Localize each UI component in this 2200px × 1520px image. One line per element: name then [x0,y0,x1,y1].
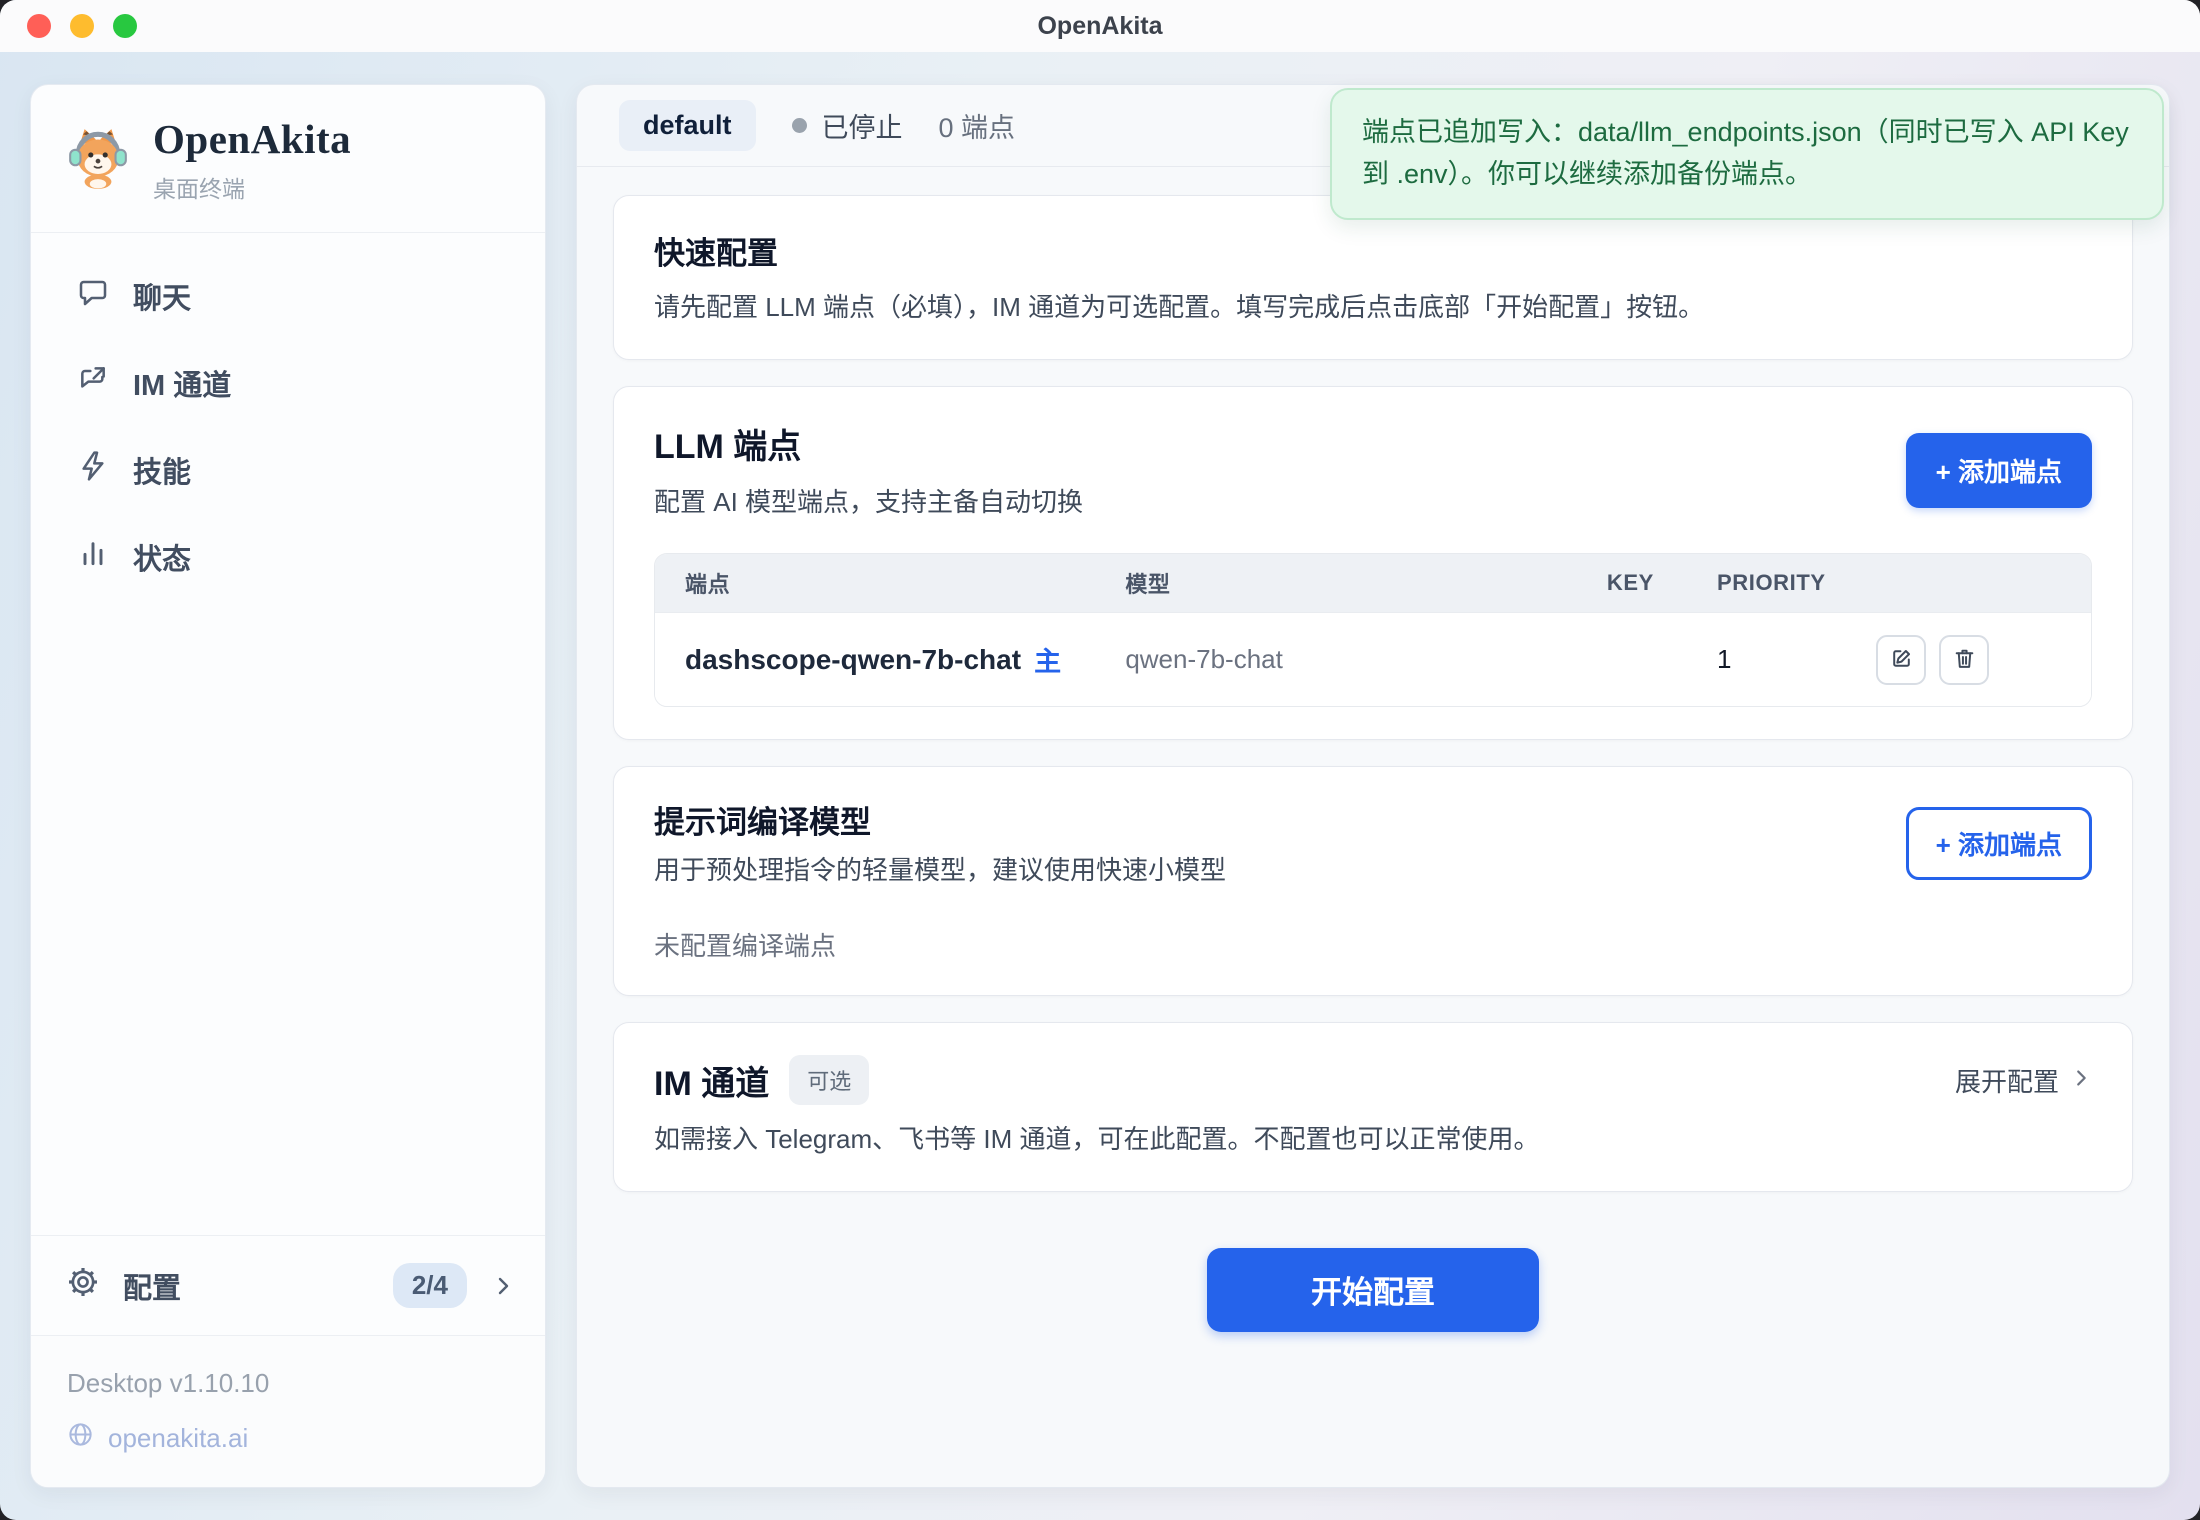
primary-badge: 主 [1034,640,1061,679]
titlebar: OpenAkita [0,0,2200,52]
sidebar-spacer [31,607,545,1235]
status-label: 已停止 [822,106,903,145]
prompt-compiler-title: 提示词编译模型 [654,797,1226,842]
endpoint-table-header: 端点 模型 KEY PRIORITY [655,554,2091,612]
compiler-empty-text: 未配置编译端点 [654,926,2092,963]
prompt-compiler-description: 用于预处理指令的轻量模型，建议使用快速小模型 [654,852,1226,890]
add-endpoint-button[interactable]: + 添加端点 [1906,433,2092,508]
column-header-key: KEY [1607,570,1717,596]
main-panel: default 已停止 0 端点 快速配置 请先配置 LLM 端点（必填），IM… [576,84,2170,1488]
profile-badge[interactable]: default [619,100,756,151]
app-version: Desktop v1.10.10 [67,1368,509,1399]
sidebar-nav: 聊天 IM 通道 技能 [31,233,545,607]
sidebar-item-label: IM 通道 [133,362,231,404]
app-window: OpenAkita [0,0,2200,1520]
column-header-endpoint: 端点 [685,567,1125,599]
sidebar-item-chat[interactable]: 聊天 [57,259,519,333]
llm-endpoints-title: LLM 端点 [654,419,1083,468]
brand-header: OpenAkita 桌面终端 [31,85,545,232]
delete-endpoint-button[interactable] [1939,635,1989,685]
minimize-window-button[interactable] [70,14,94,38]
llm-endpoints-description: 配置 AI 模型端点，支持主备自动切换 [654,484,1083,522]
lightning-icon [77,450,109,490]
window-title: OpenAkita [1037,12,1162,41]
run-status: 已停止 [792,106,903,145]
im-channels-description: 如需接入 Telegram、飞书等 IM 通道，可在此配置。不配置也可以正常使用… [654,1121,2092,1159]
sidebar-item-im-channels[interactable]: IM 通道 [57,346,519,420]
expand-label: 展开配置 [1955,1062,2059,1099]
brand-subtitle: 桌面终端 [153,170,351,204]
toast-message: 端点已追加写入：data/llm_endpoints.json（同时已写入 AP… [1362,117,2129,189]
im-channel-icon [77,363,109,403]
window-controls [27,0,137,52]
start-config-button[interactable]: 开始配置 [1207,1248,1539,1332]
im-channels-title: IM 通道 [654,1056,769,1105]
sidebar: OpenAkita 桌面终端 聊天 [30,84,546,1488]
zoom-window-button[interactable] [113,14,137,38]
chevron-right-icon [491,1274,515,1298]
expand-config-button[interactable]: 展开配置 [1955,1062,2092,1099]
endpoint-count: 0 端点 [939,106,1016,145]
edit-pencil-icon [1889,646,1914,674]
prompt-compiler-card: 提示词编译模型 用于预处理指令的轻量模型，建议使用快速小模型 + 添加端点 未配… [613,766,2133,996]
sidebar-item-config[interactable]: 配置 2/4 [31,1235,545,1335]
sidebar-item-label: 聊天 [133,275,191,317]
website-link[interactable]: openakita.ai [67,1421,509,1455]
status-dot [792,118,807,133]
endpoint-table: 端点 模型 KEY PRIORITY dashscope-qwen-7b-cha… [654,553,2092,707]
im-channels-card: IM 通道 可选 展开配置 如需接入 Telegram、飞书等 IM 通道，可在… [613,1022,2133,1192]
table-row: dashscope-qwen-7b-chat 主 qwen-7b-chat 1 [655,612,2091,706]
endpoint-name: dashscope-qwen-7b-chat [685,644,1021,676]
column-header-model: 模型 [1125,567,1607,599]
sidebar-item-label: 状态 [133,536,191,578]
brand-text: OpenAkita 桌面终端 [153,115,351,204]
brand-name: OpenAkita [153,115,351,163]
quick-setup-card: 快速配置 请先配置 LLM 端点（必填），IM 通道为可选配置。填写完成后点击底… [613,195,2133,360]
llm-endpoints-card: LLM 端点 配置 AI 模型端点，支持主备自动切换 + 添加端点 端点 模型 … [613,386,2133,741]
endpoint-model: qwen-7b-chat [1125,644,1607,675]
trash-icon [1952,646,1977,674]
sidebar-footer: Desktop v1.10.10 openakita.ai [31,1335,545,1487]
sidebar-item-label: 技能 [133,449,191,491]
success-toast: 端点已追加写入：data/llm_endpoints.json（同时已写入 AP… [1330,88,2164,220]
quick-setup-title: 快速配置 [654,228,2092,273]
close-window-button[interactable] [27,14,51,38]
gear-icon [67,1266,99,1306]
akita-dog-mascot-icon [65,124,131,195]
website-label: openakita.ai [108,1423,248,1454]
sidebar-item-status[interactable]: 状态 [57,520,519,594]
main-content: 快速配置 请先配置 LLM 端点（必填），IM 通道为可选配置。填写完成后点击底… [577,167,2169,1332]
chat-bubble-icon [77,276,109,316]
add-compiler-endpoint-button[interactable]: + 添加端点 [1906,807,2092,880]
config-progress-badge: 2/4 [393,1263,467,1308]
bar-chart-icon [77,537,109,577]
endpoint-priority: 1 [1717,644,1855,675]
edit-endpoint-button[interactable] [1876,635,1926,685]
optional-badge: 可选 [789,1055,869,1105]
sidebar-item-skills[interactable]: 技能 [57,433,519,507]
quick-setup-description: 请先配置 LLM 端点（必填），IM 通道为可选配置。填写完成后点击底部「开始配… [654,289,2092,327]
config-label: 配置 [123,1265,181,1307]
chevron-right-icon [2070,1065,2092,1096]
column-header-priority: PRIORITY [1717,570,1855,596]
globe-icon [67,1421,94,1455]
